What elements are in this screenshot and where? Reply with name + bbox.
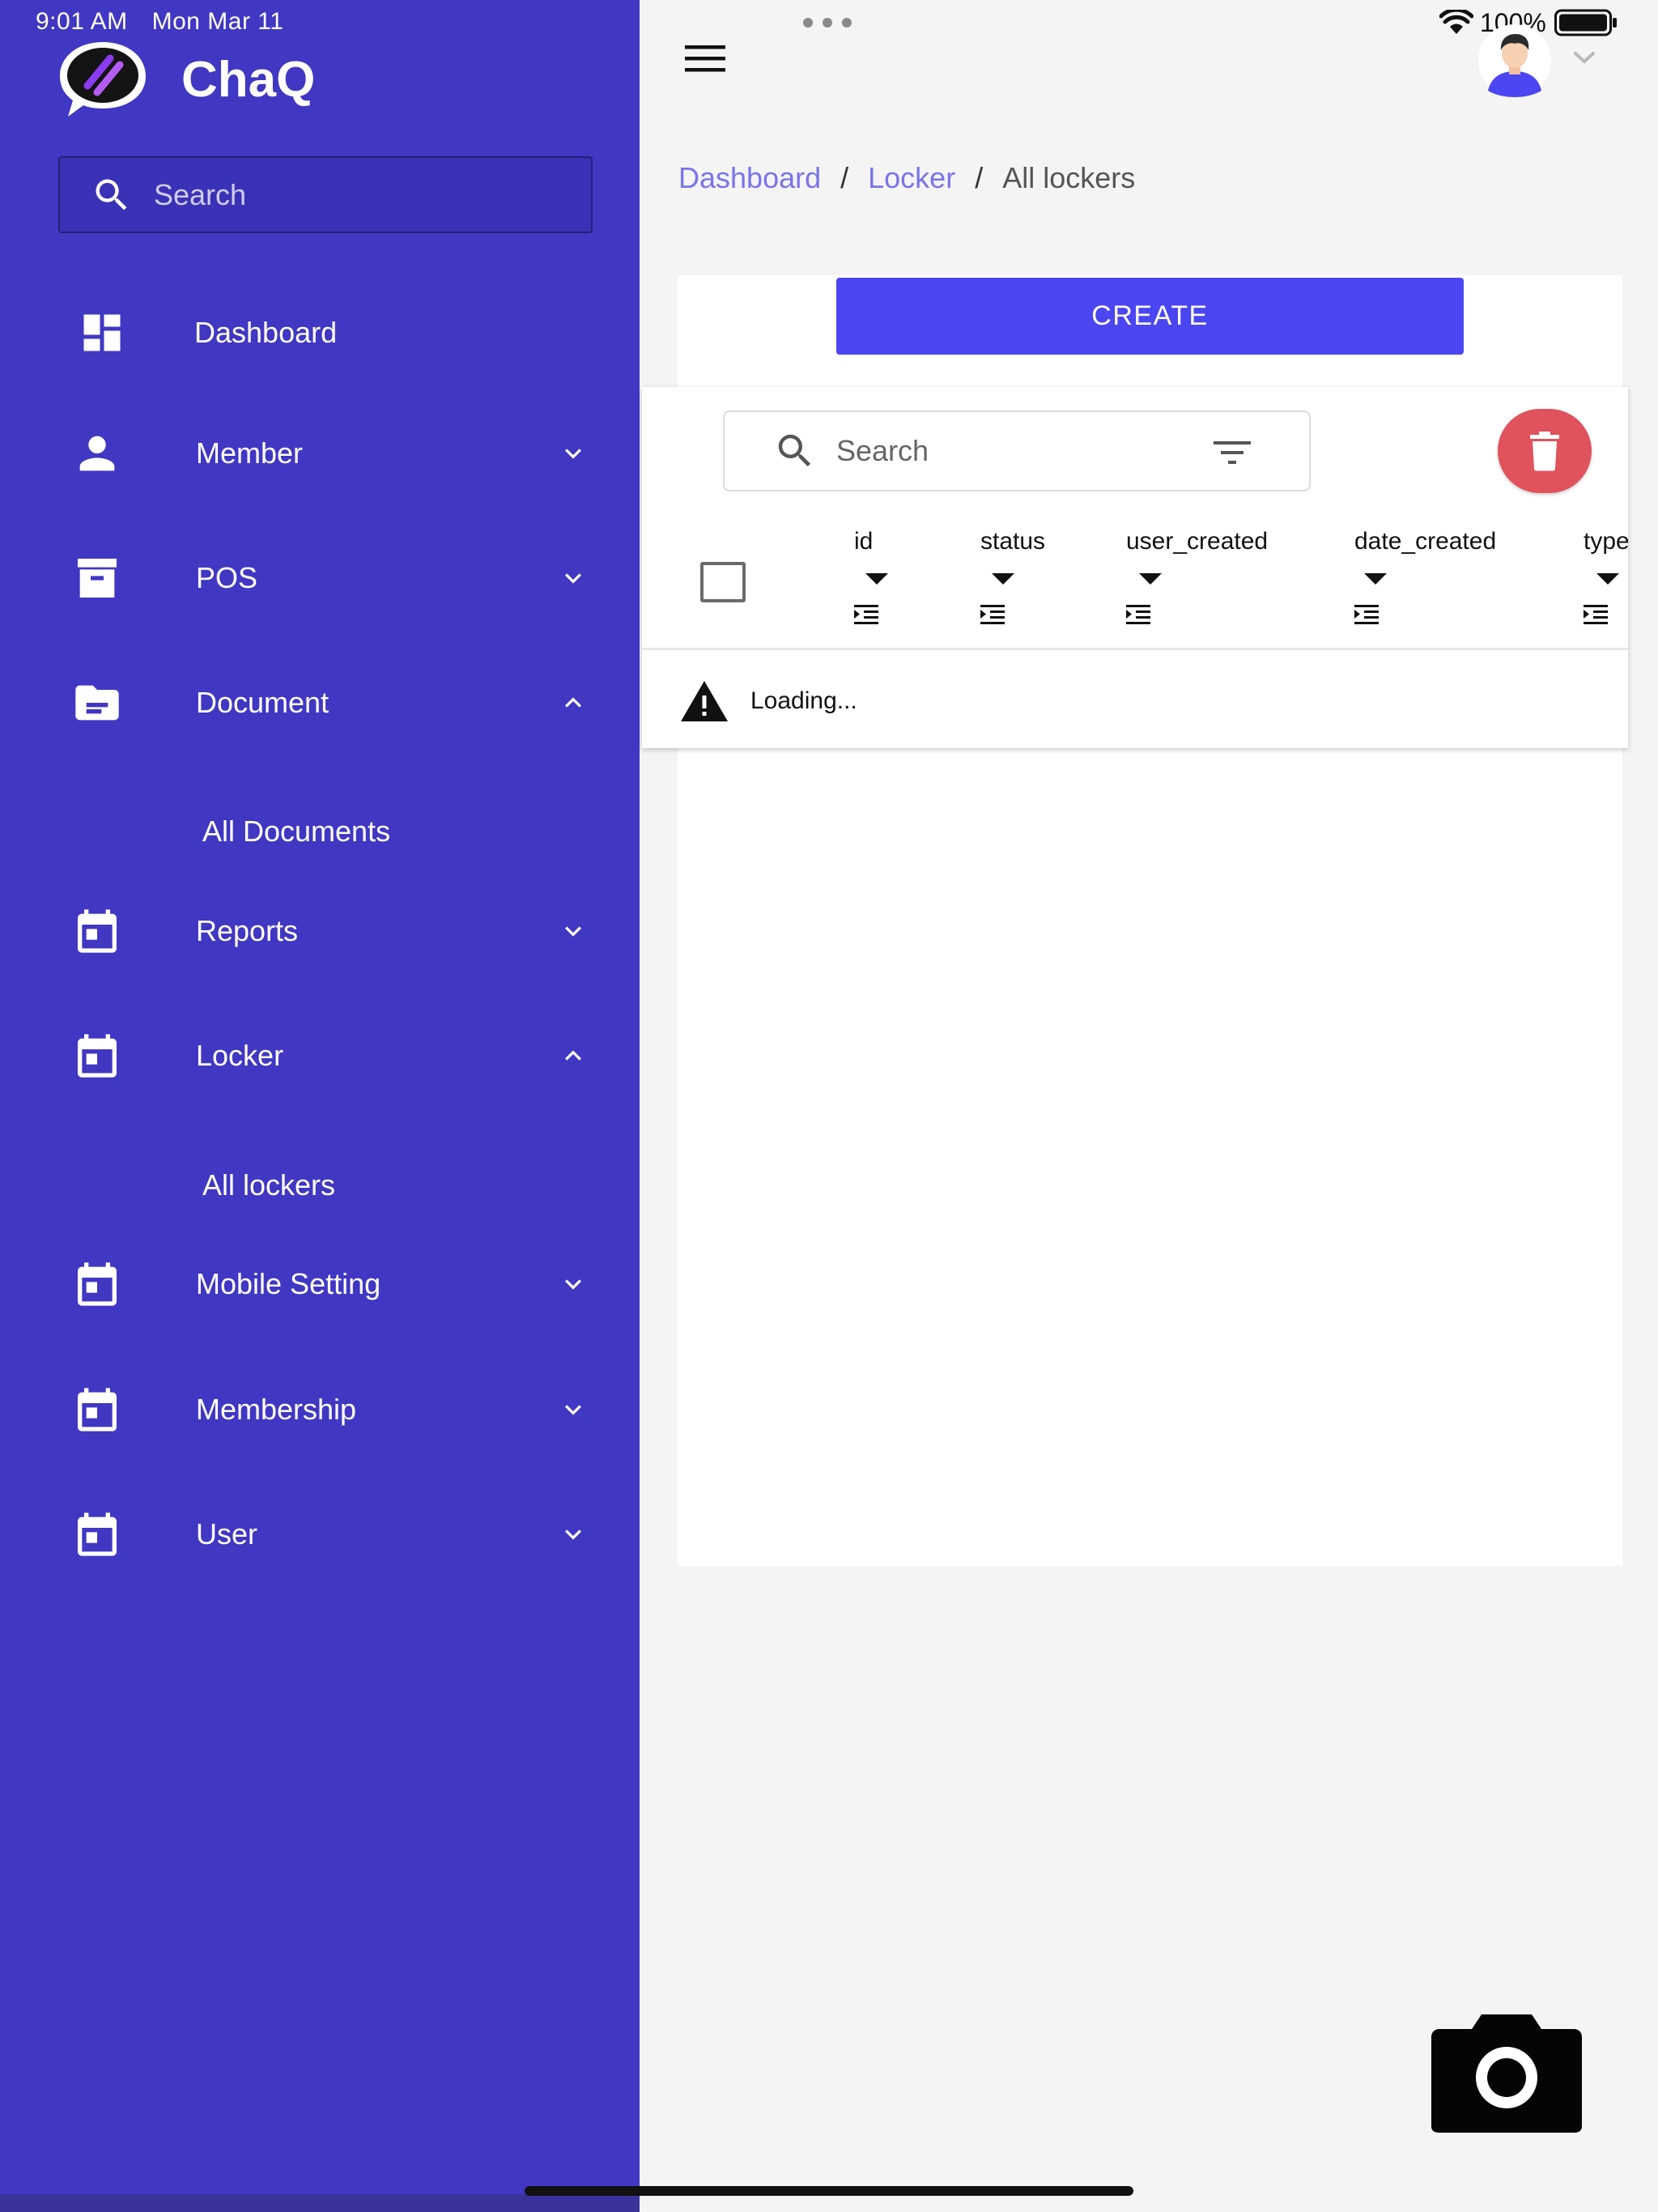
column-indent-icon[interactable] — [1126, 604, 1150, 625]
sidebar-item-dashboard[interactable]: Dashboard — [0, 288, 640, 377]
column-header-status[interactable]: status — [980, 528, 1069, 625]
sidebar-item-label: Locker — [196, 1039, 284, 1072]
status-bar-left: 9:01 AM Mon Mar 11 — [36, 8, 283, 36]
column-label: id — [854, 528, 874, 555]
brand-name: ChaQ — [181, 51, 316, 108]
sidebar: 9:01 AM Mon Mar 11 ChaQ Dashboard Member — [0, 0, 640, 2212]
breadcrumb-locker[interactable]: Locker — [868, 161, 955, 195]
sidebar-item-mobile-setting[interactable]: Mobile Setting — [0, 1240, 640, 1329]
status-date: Mon Mar 11 — [151, 8, 284, 35]
column-label: status — [980, 528, 1046, 555]
brand[interactable]: ChaQ — [57, 39, 315, 120]
sidebar-search-input[interactable] — [154, 170, 591, 219]
sidebar-item-membership[interactable]: Membership — [0, 1365, 640, 1454]
sidebar-item-label: Dashboard — [194, 316, 338, 349]
sidebar-item-member[interactable]: Member — [0, 409, 640, 498]
sidebar-item-label: Membership — [196, 1393, 357, 1426]
chevron-up-icon — [565, 1050, 581, 1061]
archive-box-icon — [78, 559, 117, 598]
sidebar-item-label: Member — [196, 436, 304, 470]
column-label: user_created — [1126, 528, 1269, 555]
breadcrumb-separator: / — [975, 161, 984, 194]
loading-text: Loading... — [750, 687, 857, 714]
sidebar-item-label: User — [196, 1517, 258, 1551]
sort-arrow-icon[interactable] — [865, 573, 888, 586]
sort-arrow-icon[interactable] — [1139, 573, 1162, 586]
sort-arrow-icon[interactable] — [1596, 573, 1619, 586]
column-indent-icon[interactable] — [854, 604, 878, 625]
wifi-icon — [1439, 10, 1473, 34]
column-label: type — [1584, 528, 1628, 555]
sort-arrow-icon[interactable] — [992, 573, 1014, 586]
table-divider — [642, 648, 1628, 650]
filter-icon[interactable] — [1210, 436, 1254, 469]
menu-toggle-icon[interactable] — [682, 42, 729, 74]
sidebar-item-user[interactable]: User — [0, 1490, 640, 1579]
column-label: date_created — [1354, 528, 1497, 555]
sidebar-bottom-strip — [0, 2194, 640, 2212]
sidebar-item-pos[interactable]: POS — [0, 534, 640, 623]
dashboard-icon — [83, 314, 121, 351]
person-icon — [79, 436, 115, 471]
calendar-icon — [78, 1034, 117, 1078]
chevron-down-icon[interactable] — [1572, 49, 1596, 66]
column-indent-icon[interactable] — [1354, 604, 1379, 625]
column-header-id[interactable]: id — [854, 528, 919, 625]
calendar-icon — [78, 1262, 117, 1306]
table-status-row: Loading... — [679, 678, 857, 724]
breadcrumb: Dashboard / Locker / All lockers — [678, 159, 1135, 198]
chevron-down-icon — [565, 1279, 581, 1290]
chat-bubble-logo-icon — [60, 42, 146, 117]
lockers-table: id status user_created date_created — [642, 387, 1628, 748]
table-search[interactable] — [723, 410, 1311, 491]
camera-icon[interactable] — [1430, 2011, 1584, 2134]
sidebar-item-label: POS — [196, 561, 258, 594]
breadcrumb-separator: / — [840, 161, 849, 194]
battery-icon — [1554, 9, 1617, 36]
calendar-icon — [78, 909, 117, 953]
sort-arrow-icon[interactable] — [1364, 573, 1387, 586]
sidebar-item-document[interactable]: Document — [0, 658, 640, 747]
trash-icon — [1530, 432, 1559, 471]
column-indent-icon[interactable] — [980, 604, 1005, 625]
column-header-date-created[interactable]: date_created — [1354, 528, 1524, 625]
search-icon — [778, 434, 811, 467]
calendar-icon — [78, 1388, 117, 1431]
column-header-user-created[interactable]: user_created — [1126, 528, 1288, 625]
sidebar-item-label: Mobile Setting — [196, 1267, 381, 1300]
chevron-down-icon — [565, 573, 581, 584]
breadcrumb-dashboard[interactable]: Dashboard — [678, 161, 821, 195]
warning-icon — [681, 681, 728, 721]
sidebar-subitem-all-documents[interactable]: All Documents — [202, 807, 390, 856]
create-button[interactable]: CREATE — [836, 278, 1464, 355]
breadcrumb-current: All lockers — [1002, 161, 1136, 194]
column-indent-icon[interactable] — [1584, 604, 1608, 625]
avatar[interactable] — [1478, 24, 1551, 97]
sidebar-search[interactable] — [58, 156, 593, 233]
chevron-down-icon — [565, 1405, 581, 1415]
home-indicator — [525, 2186, 1133, 2196]
folder-icon — [75, 685, 119, 721]
calendar-icon — [78, 1512, 117, 1556]
sidebar-item-locker[interactable]: Locker — [0, 1011, 640, 1100]
chevron-down-icon — [565, 926, 581, 937]
search-icon — [96, 179, 127, 210]
sidebar-item-reports[interactable]: Reports — [0, 887, 640, 976]
multitasking-dots-icon[interactable] — [801, 16, 853, 29]
chevron-down-icon — [565, 449, 581, 459]
chevron-up-icon — [565, 697, 581, 708]
delete-button[interactable] — [1498, 409, 1592, 493]
table-search-input[interactable] — [836, 427, 1176, 475]
sidebar-item-label: Reports — [196, 914, 299, 947]
status-time: 9:01 AM — [36, 8, 128, 35]
sidebar-item-label: Document — [196, 686, 329, 719]
select-all-checkbox[interactable] — [700, 562, 746, 602]
column-header-type[interactable]: type — [1584, 528, 1628, 625]
sidebar-subitem-all-lockers[interactable]: All lockers — [202, 1161, 335, 1210]
chevron-down-icon — [565, 1529, 581, 1540]
